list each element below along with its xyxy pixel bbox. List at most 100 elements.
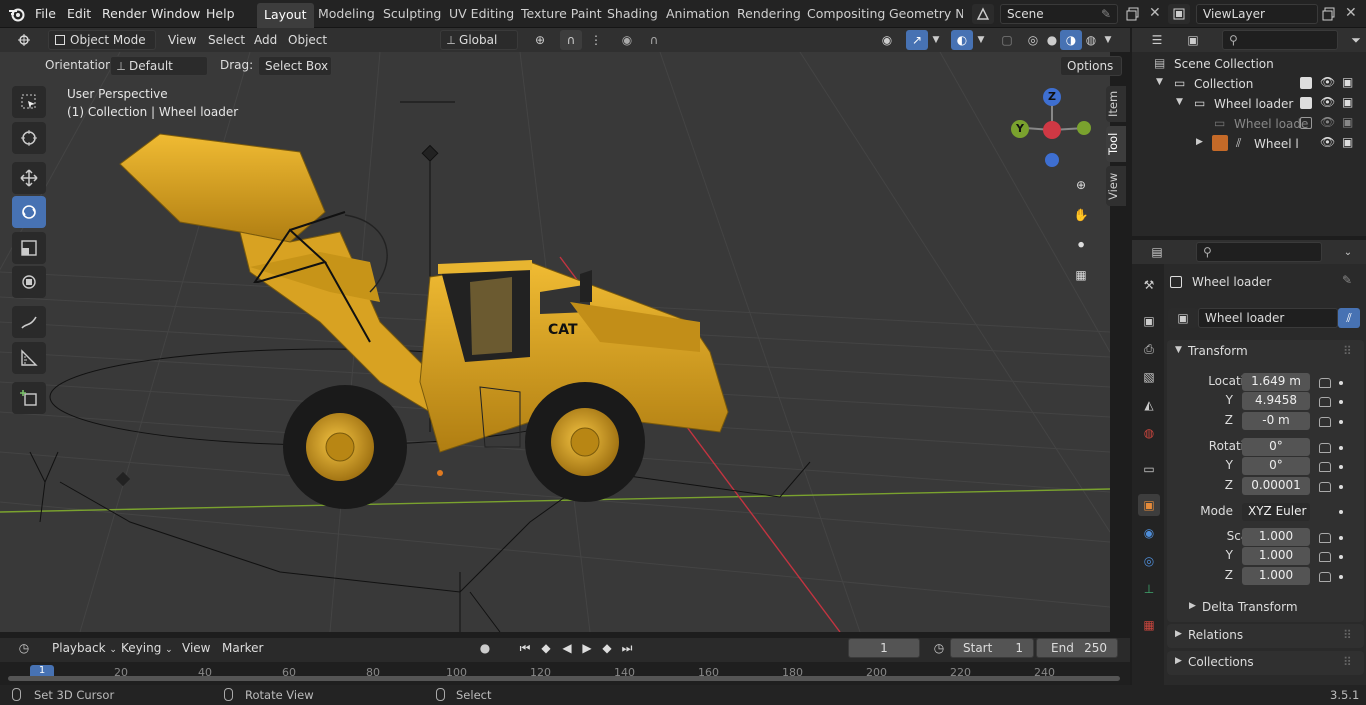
chevron-right-icon[interactable]: ▶ bbox=[1189, 601, 1196, 611]
checkbox-icon[interactable] bbox=[1300, 117, 1312, 129]
camera-view-button[interactable]: ⚫ bbox=[1068, 232, 1094, 258]
tab-output[interactable]: ⎙ bbox=[1138, 338, 1160, 360]
lock-icon[interactable] bbox=[1319, 443, 1331, 453]
display-mode-button[interactable]: ▣ bbox=[1178, 30, 1208, 50]
tab-collection[interactable]: ▭ bbox=[1138, 458, 1160, 480]
drag-dropdown[interactable]: Select Box bbox=[258, 56, 332, 76]
cursor-tool[interactable] bbox=[12, 122, 46, 154]
timeline-ruler[interactable]: 1 20 40 60 80 100 120 140 160 180 200 22… bbox=[0, 662, 1130, 685]
scale-tool[interactable] bbox=[12, 232, 46, 264]
workspace-tab-uv-editing[interactable]: UV Editing bbox=[449, 6, 514, 21]
keyframe-dot-icon[interactable] bbox=[1339, 465, 1343, 469]
camera-icon[interactable]: ▣ bbox=[1342, 75, 1353, 89]
menu-view[interactable]: View bbox=[162, 31, 202, 51]
view-layer-selector-button[interactable] bbox=[1168, 4, 1190, 24]
workspace-tab-texture-paint[interactable]: Texture Paint bbox=[521, 6, 602, 21]
lock-icon[interactable] bbox=[1319, 572, 1331, 582]
delta-transform-label[interactable]: Delta Transform bbox=[1202, 600, 1298, 614]
outliner-row-collection[interactable]: ▼ ▭ Collection 👁 ▣ bbox=[1132, 74, 1366, 94]
camera-icon[interactable]: ▣ bbox=[1342, 115, 1353, 129]
lock-icon[interactable] bbox=[1319, 417, 1331, 427]
filter-button[interactable]: ⏷ bbox=[1346, 30, 1366, 50]
keyframe-dot-icon[interactable] bbox=[1339, 400, 1343, 404]
lock-icon[interactable] bbox=[1319, 533, 1331, 543]
lock-icon[interactable] bbox=[1319, 397, 1331, 407]
scale-z-field[interactable]: 1.000 bbox=[1242, 567, 1310, 585]
sidebar-tab-item[interactable]: Item bbox=[1106, 86, 1126, 122]
location-x-field[interactable]: 1.649 m bbox=[1242, 373, 1310, 391]
transform-tool[interactable] bbox=[12, 266, 46, 298]
tab-view-layer[interactable]: ▧ bbox=[1138, 366, 1160, 388]
outliner-search-input[interactable]: ⚲ bbox=[1222, 30, 1338, 50]
workspace-tab-layout[interactable]: Layout bbox=[257, 3, 314, 28]
delete-view-layer-icon[interactable]: ✕ bbox=[1345, 5, 1357, 21]
lock-icon[interactable] bbox=[1319, 462, 1331, 472]
prev-keyframe-button[interactable]: ◆ bbox=[535, 638, 557, 658]
tab-scene[interactable]: ◭ bbox=[1138, 394, 1160, 416]
keyframe-dot-icon[interactable] bbox=[1339, 485, 1343, 489]
options-dropdown[interactable]: Options bbox=[1060, 56, 1122, 76]
orientation-dropdown[interactable]: ⟂ Default bbox=[110, 56, 208, 76]
location-y-field[interactable]: 4.9458 bbox=[1242, 392, 1310, 410]
workspace-tab-geometry-nodes[interactable]: Geometry Noc bbox=[889, 6, 963, 21]
workspace-tab-sculpting[interactable]: Sculpting bbox=[383, 6, 441, 21]
tab-world[interactable]: ◍ bbox=[1138, 422, 1160, 444]
visibility-button[interactable]: ◉ bbox=[872, 30, 902, 50]
editor-type-button[interactable] bbox=[10, 30, 40, 50]
preview-range-toggle[interactable]: ◷ bbox=[928, 638, 950, 658]
end-frame-field[interactable]: End 250 bbox=[1036, 638, 1118, 658]
new-scene-button[interactable] bbox=[1122, 4, 1144, 24]
tab-physics[interactable]: ◎ bbox=[1138, 550, 1160, 572]
outliner-row-wheel-loader[interactable]: ▼ ▭ Wheel loader 👁 ▣ bbox=[1132, 94, 1366, 114]
scene-selector-button[interactable] bbox=[972, 4, 994, 24]
menu-add[interactable]: Add bbox=[248, 31, 283, 51]
rotation-z-field[interactable]: 0.00001 bbox=[1242, 477, 1310, 495]
rendered-shading-button[interactable]: ◍ bbox=[1080, 30, 1102, 50]
auto-keying-toggle[interactable]: ● bbox=[470, 638, 500, 658]
camera-icon[interactable]: ▣ bbox=[1342, 135, 1353, 149]
move-tool[interactable] bbox=[12, 162, 46, 194]
shading-dropdown[interactable]: ▼ bbox=[1100, 30, 1116, 50]
gizmo-z-axis[interactable]: Z bbox=[1043, 88, 1061, 106]
ortho-toggle-button[interactable]: ▦ bbox=[1068, 262, 1094, 288]
location-z-field[interactable]: -0 m bbox=[1242, 412, 1310, 430]
add-cube-tool[interactable] bbox=[12, 382, 46, 414]
keying-menu[interactable]: Keying ⌄ bbox=[115, 639, 179, 659]
view-layer-field[interactable]: ViewLayer bbox=[1196, 4, 1318, 24]
blender-logo-icon[interactable] bbox=[8, 6, 26, 22]
sidebar-tab-tool[interactable]: Tool bbox=[1106, 126, 1126, 162]
timeline-view-menu[interactable]: View bbox=[176, 639, 216, 659]
outliner-row-wheel-object[interactable]: ▶ ⫽ Wheel l 👁 ▣ bbox=[1132, 134, 1366, 154]
menu-render[interactable]: Render bbox=[102, 6, 147, 21]
scale-x-field[interactable]: 1.000 bbox=[1242, 528, 1310, 546]
keyframe-dot-icon[interactable] bbox=[1339, 381, 1343, 385]
jump-end-button[interactable]: ⏭ bbox=[616, 638, 638, 658]
lock-icon[interactable] bbox=[1319, 482, 1331, 492]
properties-editor-type-button[interactable]: ▤ bbox=[1142, 242, 1172, 262]
navigation-gizmo[interactable]: Z Y bbox=[1005, 82, 1105, 167]
lock-icon[interactable] bbox=[1319, 378, 1331, 388]
pan-button[interactable]: ✋ bbox=[1068, 202, 1094, 228]
new-view-layer-button[interactable] bbox=[1318, 4, 1340, 24]
overlay-dropdown[interactable]: ▼ bbox=[973, 30, 989, 50]
collections-panel[interactable]: ▶ Collections ⠿ bbox=[1167, 651, 1364, 675]
measure-tool[interactable] bbox=[12, 342, 46, 374]
gizmo-toggle[interactable]: ↗ bbox=[906, 30, 928, 50]
play-reverse-button[interactable]: ◀ bbox=[556, 638, 578, 658]
keyframe-dot-icon[interactable] bbox=[1339, 536, 1343, 540]
tab-modifiers[interactable]: ◉ bbox=[1138, 522, 1160, 544]
outliner-row-wheel-loader-sub[interactable]: ▭ Wheel loade 👁 ▣ bbox=[1132, 114, 1366, 134]
next-keyframe-button[interactable]: ◆ bbox=[596, 638, 618, 658]
xray-toggle[interactable]: ▢ bbox=[996, 30, 1018, 50]
tab-constraints[interactable]: ⊥ bbox=[1138, 578, 1160, 600]
relations-panel[interactable]: ▶ Relations ⠿ bbox=[1167, 624, 1364, 648]
keyframe-dot-icon[interactable] bbox=[1339, 575, 1343, 579]
eye-icon[interactable]: 👁 bbox=[1320, 135, 1335, 149]
gizmo-dropdown[interactable]: ▼ bbox=[928, 30, 944, 50]
workspace-tab-shading[interactable]: Shading bbox=[607, 6, 658, 21]
workspace-tab-modeling[interactable]: Modeling bbox=[318, 6, 375, 21]
jump-start-button[interactable]: ⏮ bbox=[514, 638, 536, 658]
marker-menu[interactable]: Marker bbox=[216, 639, 269, 659]
menu-window[interactable]: Window bbox=[151, 6, 200, 21]
material-shading-button[interactable]: ◑ bbox=[1060, 30, 1082, 50]
